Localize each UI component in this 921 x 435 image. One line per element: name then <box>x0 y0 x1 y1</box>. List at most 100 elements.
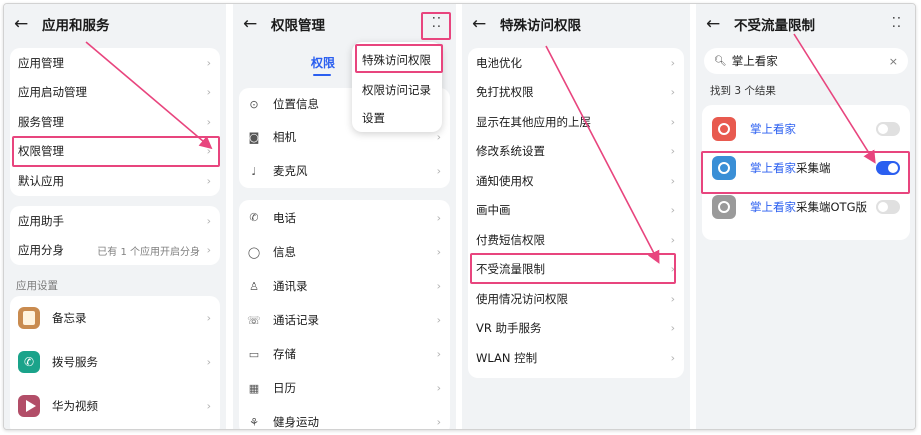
list-item-result-2[interactable]: 掌上看家 采集端 <box>702 148 910 187</box>
call-log-icon: ☏ <box>247 313 261 327</box>
item-label: 应用助手 <box>18 213 64 228</box>
back-arrow-icon[interactable]: ← <box>472 15 494 33</box>
item-label: 使用情况访问权限 <box>476 291 568 306</box>
chevron-right-icon: › <box>436 130 441 144</box>
list-item-app-management[interactable]: 应用管理 › <box>10 48 220 78</box>
list-item-result-1[interactable]: 掌上看家 <box>702 109 910 148</box>
list-item-video[interactable]: 华为视频 › <box>10 384 220 428</box>
list-item-microphone[interactable]: ♩ 麦克风 › <box>239 154 450 188</box>
list-item-vr-helper[interactable]: VR 助手服务 › <box>468 314 684 344</box>
apps-services-screen: ← 应用和服务 应用管理 › 应用启动管理 › 服务管理 › 权限管理 › 默认应用 › … <box>4 4 226 429</box>
list-item-do-not-disturb[interactable]: 免打扰权限 › <box>468 78 684 108</box>
item-label: 麦克风 <box>273 164 308 178</box>
toggle-switch-off[interactable] <box>876 121 900 136</box>
chevron-right-icon: › <box>436 211 441 224</box>
list-item-dialer[interactable]: ✆ 拨号服务 › <box>10 340 220 384</box>
list-item-default-apps[interactable]: 默认应用 › <box>10 166 220 196</box>
result-label-highlight: 掌上看家 <box>750 160 796 175</box>
list-item-wlan-control[interactable]: WLAN 控制 › <box>468 343 684 373</box>
chevron-right-icon: › <box>436 164 441 178</box>
tab-permissions[interactable]: 权限 <box>311 54 335 71</box>
item-label: 应用管理 <box>18 55 64 70</box>
chevron-right-icon: › <box>670 262 675 276</box>
header: ← 不受流量限制 ⁚⁚ <box>696 4 915 44</box>
list-item-picture-in-picture[interactable]: 画中画 › <box>468 196 684 226</box>
menu-item-special-access[interactable]: 特殊访问权限 <box>362 52 431 68</box>
menu-item-settings[interactable]: 设置 <box>362 110 385 126</box>
item-label: 显示在其他应用的上层 <box>476 114 591 129</box>
list-item-modify-system-settings[interactable]: 修改系统设置 › <box>468 137 684 167</box>
chevron-right-icon: › <box>670 144 675 158</box>
chevron-right-icon: › <box>206 85 211 99</box>
list-item-storage[interactable]: ▭ 存储 › <box>239 337 450 371</box>
list-item-battery-optimization[interactable]: 电池优化 › <box>468 48 684 78</box>
list-item-usage-access[interactable]: 使用情况访问权限 › <box>468 284 684 314</box>
item-label: 修改系统设置 <box>476 144 545 159</box>
chevron-right-icon: › <box>670 321 675 335</box>
list-item-result-3[interactable]: 掌上看家 采集端OTG版 <box>702 187 910 226</box>
list-item-call-log[interactable]: ☏ 通话记录 › <box>239 303 450 337</box>
item-label: 电池优化 <box>476 55 522 70</box>
item-label: 付费短信权限 <box>476 232 545 247</box>
camera-icon: ◙ <box>248 130 260 144</box>
contacts-icon: ♙ <box>249 279 259 293</box>
chevron-right-icon: › <box>206 355 211 369</box>
list-item-unrestricted-data[interactable]: 不受流量限制 › <box>468 255 684 285</box>
list-item-app-assistant[interactable]: 应用助手 › <box>10 206 220 236</box>
item-label: 免打扰权限 <box>476 85 534 100</box>
search-input[interactable] <box>731 54 872 68</box>
message-icon: ◯ <box>247 245 261 259</box>
chevron-right-icon: › <box>206 214 211 228</box>
item-label: 华为视频 <box>52 399 98 413</box>
back-arrow-icon[interactable]: ← <box>14 15 36 33</box>
toggle-switch-off[interactable] <box>876 199 900 214</box>
item-label: 通知使用权 <box>476 173 534 188</box>
unrestricted-data-screen: ← 不受流量限制 ⁚⁚ 🔍︎ × 找到 3 个结果 掌上看家 掌上看家采集端 掌 <box>696 4 915 429</box>
item-label: VR 助手服务 <box>476 321 542 336</box>
list-item-memo[interactable]: 备忘录 › <box>10 296 220 340</box>
list-item-fitness[interactable]: ⚘ 健身运动 › <box>239 405 450 429</box>
microphone-icon: ♩ <box>251 164 257 178</box>
back-arrow-icon[interactable]: ← <box>706 15 728 33</box>
item-label: WLAN 控制 <box>476 350 538 365</box>
list-item-app-launch[interactable]: 应用启动管理 › <box>10 78 220 108</box>
settings-group: 应用助手 › 应用分身 已有 1 个应用开启分身 › <box>10 206 220 265</box>
chevron-right-icon: › <box>436 313 441 327</box>
item-label: 健身运动 <box>273 415 319 429</box>
dialer-app-icon: ✆ <box>18 351 40 373</box>
item-label: 通话记录 <box>273 313 319 327</box>
section-label: 应用设置 <box>16 280 58 292</box>
list-item-notification-access[interactable]: 通知使用权 › <box>468 166 684 196</box>
item-label: 相机 <box>273 130 296 144</box>
list-item-service-management[interactable]: 服务管理 › <box>10 107 220 137</box>
clear-icon[interactable]: × <box>889 55 898 68</box>
list-item-contacts[interactable]: ♙ 通讯录 › <box>239 269 450 303</box>
more-options-icon[interactable]: ⁚⁚ <box>432 16 442 31</box>
chevron-right-icon: › <box>206 399 211 413</box>
list-item-premium-sms[interactable]: 付费短信权限 › <box>468 225 684 255</box>
chevron-right-icon: › <box>436 415 441 429</box>
list-item-calendar[interactable]: ▦ 日历 › <box>239 371 450 405</box>
toggle-switch-on[interactable] <box>876 160 900 175</box>
header: ← 权限管理 ⁚⁚ <box>233 4 456 44</box>
result-label-rest: 采集端 <box>796 160 831 175</box>
menu-item-access-records[interactable]: 权限访问记录 <box>362 82 431 98</box>
item-label: 日历 <box>273 381 296 395</box>
list-item-display-over-apps[interactable]: 显示在其他应用的上层 › <box>468 107 684 137</box>
item-label: 存储 <box>273 347 296 361</box>
item-label: 电话 <box>273 210 296 225</box>
list-item-phone[interactable]: ✆ 电话 › <box>239 200 450 235</box>
result-list: 掌上看家 掌上看家 采集端 掌上看家 采集端OTG版 <box>702 105 910 240</box>
list-item-app-twin[interactable]: 应用分身 已有 1 个应用开启分身 › <box>10 236 220 266</box>
chevron-right-icon: › <box>670 174 675 188</box>
chevron-right-icon: › <box>206 243 211 257</box>
item-label: 通讯录 <box>273 279 308 293</box>
more-options-icon[interactable]: ⁚⁚ <box>892 16 902 31</box>
back-arrow-icon[interactable]: ← <box>243 15 265 33</box>
chevron-right-icon: › <box>436 279 441 293</box>
list-item-message[interactable]: ◯ 信息 › <box>239 235 450 269</box>
item-subtext: 已有 1 个应用开启分身 <box>97 246 200 258</box>
special-access-screen: ← 特殊访问权限 电池优化 › 免打扰权限 › 显示在其他应用的上层 › 修改系统设置… <box>462 4 690 429</box>
header: ← 特殊访问权限 <box>462 4 690 44</box>
list-item-permission-management[interactable]: 权限管理 › <box>10 137 220 167</box>
